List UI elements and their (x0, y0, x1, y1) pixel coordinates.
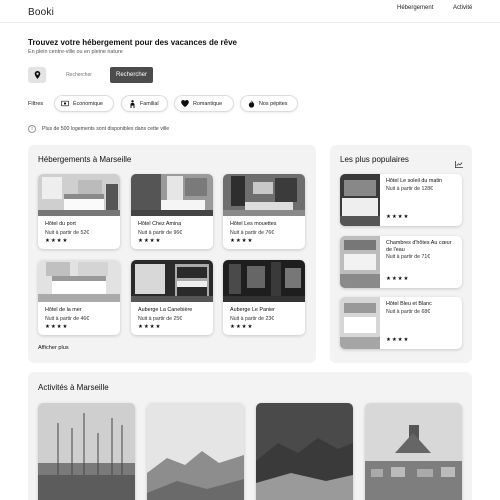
nav-link-activite[interactable]: Activité (453, 5, 472, 11)
filter-chip-familial[interactable]: Familial (121, 95, 168, 112)
hebergement-price: Nuit à partir de 25€ (138, 316, 183, 322)
rating-stars: ★★★★ (45, 238, 69, 244)
activity-photo (256, 403, 353, 500)
hebergement-photo (223, 174, 305, 216)
hebergement-card[interactable]: Hôtel de la mer Nuit à partir de 46€ ★★★… (38, 260, 120, 335)
page-subtitle: En plein centre-ville ou en pleine natur… (28, 49, 123, 55)
search-input[interactable] (48, 67, 110, 83)
hebergements-title: Hébergements à Marseille (38, 155, 132, 164)
activity-photo (147, 403, 244, 500)
show-more-link[interactable]: Afficher plus (38, 345, 69, 351)
hebergement-name: Hôtel Les mouettes (230, 221, 277, 227)
filter-chip-pepites[interactable]: Nos pépites (240, 95, 298, 112)
trend-chart-icon (455, 155, 463, 173)
activity-photo (365, 403, 462, 500)
popular-card[interactable]: Chambres d'hôtes Au cœur de l'eau Nuit à… (340, 236, 462, 288)
hebergement-name: Auberge La Canebière (138, 307, 193, 313)
hebergement-name: Hôtel de la mer (45, 307, 82, 313)
gem-icon (247, 99, 255, 108)
populaires-title: Les plus populaires (340, 155, 409, 164)
popular-price: Nuit à partir de 71€ (386, 254, 431, 260)
popular-photo (340, 297, 380, 349)
hebergement-name: Hôtel Chez Amina (138, 221, 182, 227)
activity-card[interactable] (365, 403, 462, 500)
hebergement-card[interactable]: Auberge Le Panier Nuit à partir de 23€ ★… (223, 260, 305, 335)
hebergement-card[interactable]: Hôtel du port Nuit à partir de 52€ ★★★★ (38, 174, 120, 249)
activity-card[interactable] (38, 403, 135, 500)
rating-stars: ★★★★ (230, 324, 254, 330)
hebergement-name: Hôtel du port (45, 221, 76, 227)
info-text: Plus de 500 logements sont disponibles d… (42, 126, 170, 132)
rating-stars: ★★★★ (138, 324, 162, 330)
popular-photo (340, 236, 380, 288)
hebergement-photo (131, 174, 213, 216)
filter-chip-label: Familial (140, 100, 159, 107)
money-icon (61, 100, 69, 108)
hebergement-photo (131, 260, 213, 302)
rating-stars: ★★★★ (386, 337, 410, 343)
heart-icon (181, 100, 189, 108)
rating-stars: ★★★★ (138, 238, 162, 244)
location-button[interactable] (28, 67, 46, 83)
nav-link-hebergement[interactable]: Hébergement (397, 5, 433, 11)
hebergement-photo (38, 260, 120, 302)
popular-name: Hôtel Le soleil du matin (386, 178, 443, 184)
location-pin-icon (34, 71, 40, 79)
popular-photo (340, 174, 380, 226)
availability-info: i Plus de 500 logements sont disponibles… (28, 125, 169, 133)
search-button[interactable]: Rechercher (110, 67, 153, 83)
hebergement-photo (38, 174, 120, 216)
hebergement-price: Nuit à partir de 76€ (230, 230, 275, 236)
activity-card[interactable] (147, 403, 244, 500)
page: Booki Hébergement Activité Trouvez votre… (0, 0, 500, 500)
hebergement-card[interactable]: Hôtel Chez Amina Nuit à partir de 96€ ★★… (131, 174, 213, 249)
hebergement-price: Nuit à partir de 96€ (138, 230, 183, 236)
popular-card[interactable]: Hôtel Bleu et Blanc Nuit à partir de 68€… (340, 297, 462, 349)
popular-card[interactable]: Hôtel Le soleil du matin Nuit à partir d… (340, 174, 462, 226)
filter-chip-label: Nos pépites (259, 100, 288, 107)
hebergement-card[interactable]: Hôtel Les mouettes Nuit à partir de 76€ … (223, 174, 305, 249)
info-icon: i (28, 125, 36, 133)
header-divider (0, 22, 500, 23)
popular-name: Hôtel Bleu et Blanc (386, 301, 432, 307)
filter-chip-economique[interactable]: Économique (54, 95, 114, 112)
rating-stars: ★★★★ (386, 276, 410, 282)
page-title: Trouvez votre hébergement pour des vacan… (28, 38, 237, 47)
rating-stars: ★★★★ (45, 324, 69, 330)
filter-chip-label: Romantique (193, 100, 223, 107)
hebergement-price: Nuit à partir de 52€ (45, 230, 90, 236)
hebergement-photo (223, 260, 305, 302)
family-icon (128, 99, 136, 108)
popular-price: Nuit à partir de 68€ (386, 309, 431, 315)
activity-card[interactable] (256, 403, 353, 500)
activites-title: Activités à Marseille (38, 383, 109, 392)
logo[interactable]: Booki (28, 7, 54, 18)
popular-price: Nuit à partir de 128€ (386, 186, 434, 192)
filter-chip-label: Économique (73, 100, 103, 107)
rating-stars: ★★★★ (230, 238, 254, 244)
hebergement-name: Auberge Le Panier (230, 307, 275, 313)
hebergement-card[interactable]: Auberge La Canebière Nuit à partir de 25… (131, 260, 213, 335)
hebergement-price: Nuit à partir de 46€ (45, 316, 90, 322)
filter-chip-romantique[interactable]: Romantique (174, 95, 234, 112)
popular-name: Chambres d'hôtes Au cœur de l'eau (386, 240, 452, 253)
filters-label: Filtres (28, 101, 44, 107)
rating-stars: ★★★★ (386, 214, 410, 220)
activity-photo (38, 403, 135, 500)
hebergement-price: Nuit à partir de 23€ (230, 316, 275, 322)
